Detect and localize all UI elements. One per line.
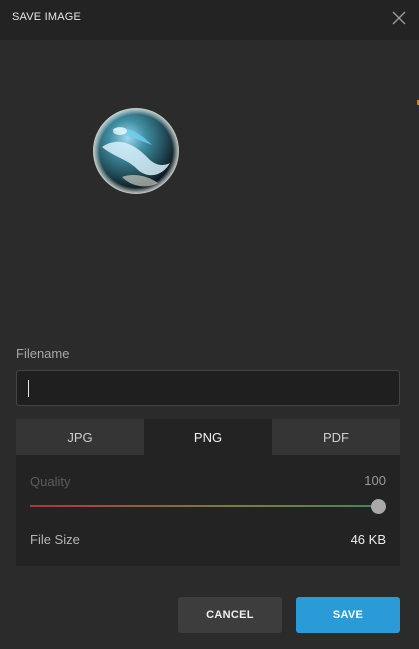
image-preview <box>0 40 419 330</box>
save-image-dialog: SAVE IMAGE Filename JPG PNG PDF Quality … <box>0 0 419 649</box>
text-caret <box>28 380 29 397</box>
tab-jpg[interactable]: JPG <box>16 419 144 455</box>
quality-slider-track[interactable] <box>30 505 378 507</box>
filename-label: Filename <box>16 346 70 361</box>
options-panel: Quality 100 File Size 46 KB <box>16 455 400 566</box>
quality-label: Quality <box>30 474 71 489</box>
close-icon[interactable] <box>391 10 407 26</box>
file-size-label: File Size <box>30 532 80 547</box>
file-size-value: 46 KB <box>350 532 386 547</box>
quality-slider-thumb[interactable] <box>370 499 386 514</box>
tab-pdf[interactable]: PDF <box>272 419 400 455</box>
dialog-title: SAVE IMAGE <box>12 11 82 23</box>
quality-value: 100 <box>364 473 386 488</box>
format-tabs: JPG PNG PDF <box>16 419 400 455</box>
cancel-button[interactable]: CANCEL <box>178 597 282 633</box>
filename-input[interactable] <box>16 370 400 406</box>
dialog-header: SAVE IMAGE <box>0 0 419 40</box>
tab-png[interactable]: PNG <box>144 419 272 455</box>
marble-image <box>93 108 179 194</box>
save-button[interactable]: SAVE <box>296 597 400 633</box>
